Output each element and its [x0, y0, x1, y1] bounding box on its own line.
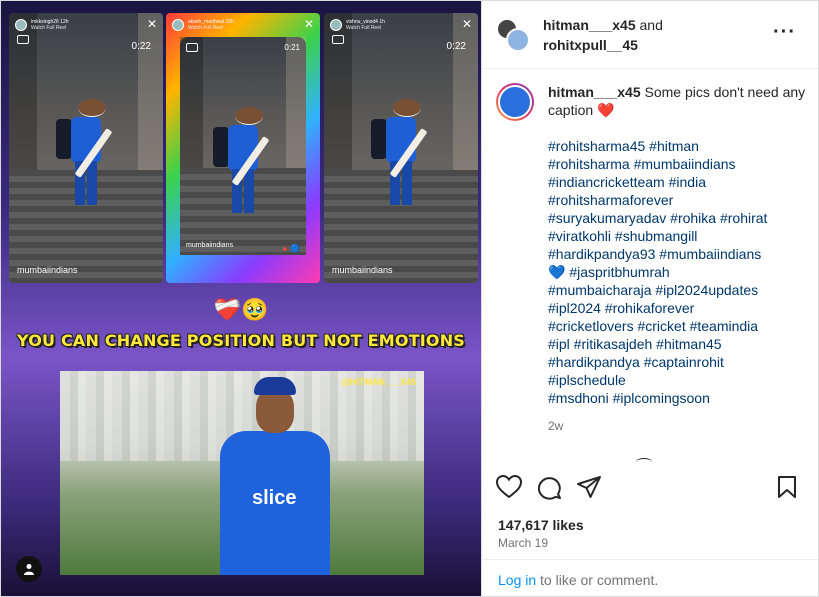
story-avatar [15, 19, 27, 31]
post-media[interactable]: imkksingh26 12h Watch Full Reel ✕ 0:22 mu… [1, 1, 481, 596]
and-text: and [635, 16, 663, 33]
player-figure [371, 99, 428, 209]
story-tag: mumbaiindians [332, 265, 393, 275]
login-prompt: Log in to like or comment. [482, 559, 818, 597]
player-figure: slice [210, 377, 340, 575]
reel-icon [332, 35, 344, 44]
caption-username[interactable]: hitman___x45 [548, 84, 641, 100]
login-link[interactable]: Log in [498, 572, 536, 588]
comment-icon[interactable] [536, 475, 562, 501]
reel-icon [17, 35, 29, 44]
emoji-row: ❤️‍🩹🥹 [213, 297, 269, 322]
close-icon: ✕ [146, 17, 157, 31]
reel-icon [186, 43, 198, 52]
story-duration: 0:21 [284, 43, 300, 52]
story-avatar [172, 19, 184, 31]
story-tag: mumbaiindians [186, 242, 234, 249]
author-username[interactable]: hitman___x45 [543, 17, 636, 33]
post-viewer: imkksingh26 12h Watch Full Reel ✕ 0:22 mu… [0, 0, 819, 597]
player-photo: @HITMAN___X45 slice [60, 371, 424, 575]
login-rest-text: to like or comment. [536, 572, 659, 588]
caption-timestamp: 2w [548, 419, 564, 433]
loading-spinner [636, 458, 652, 466]
post-header: hitman___x45 and rohitxpull__45 ··· [482, 1, 818, 69]
player-figure [213, 106, 270, 217]
story-card-1: imkksingh26 12h Watch Full Reel ✕ 0:22 mu… [9, 13, 163, 283]
action-bar [496, 471, 802, 501]
story-card-2: 0:21 mumbaiindians akash_madhwal 15h Watc… [166, 13, 320, 283]
story-duration: 0:22 [446, 41, 466, 52]
collab-avatars[interactable] [496, 17, 530, 52]
author-avatar[interactable] [496, 83, 534, 121]
more-options-icon[interactable]: ··· [773, 21, 796, 44]
jersey-sponsor: slice [252, 487, 297, 509]
post-tagline: YOU CAN CHANGE POSITION BUT NOT EMOTIONS [16, 331, 466, 350]
story-card-3: vishnu_vinod4 1h Watch Full Reel ✕ 0:22 m… [324, 13, 478, 283]
like-count[interactable]: 147,617 likes [498, 517, 584, 533]
post-date[interactable]: March 19 [498, 536, 548, 550]
close-icon: ✕ [303, 17, 314, 31]
story-avatar [330, 19, 342, 31]
heart-icon[interactable] [496, 475, 522, 499]
tagged-users-icon[interactable] [16, 556, 42, 582]
sticker-icon: 🔺🔵 [280, 244, 300, 253]
post-sidebar: hitman___x45 and rohitxpull__45 ··· hitm… [481, 1, 818, 596]
watermark: @HITMAN___X45 [341, 377, 416, 387]
player-figure [56, 99, 113, 209]
collab-username[interactable]: rohitxpull__45 [543, 37, 638, 53]
caption-block: hitman___x45 Some pics don't need any ca… [496, 83, 808, 441]
close-icon: ✕ [461, 17, 472, 31]
bookmark-icon[interactable] [776, 475, 798, 499]
story-duration: 0:22 [131, 41, 151, 52]
caption-hashtags[interactable]: #rohitsharma45 #hitman #rohitsharma #mum… [548, 137, 808, 407]
story-tag: mumbaiindians [17, 265, 78, 275]
share-icon[interactable] [576, 475, 602, 499]
